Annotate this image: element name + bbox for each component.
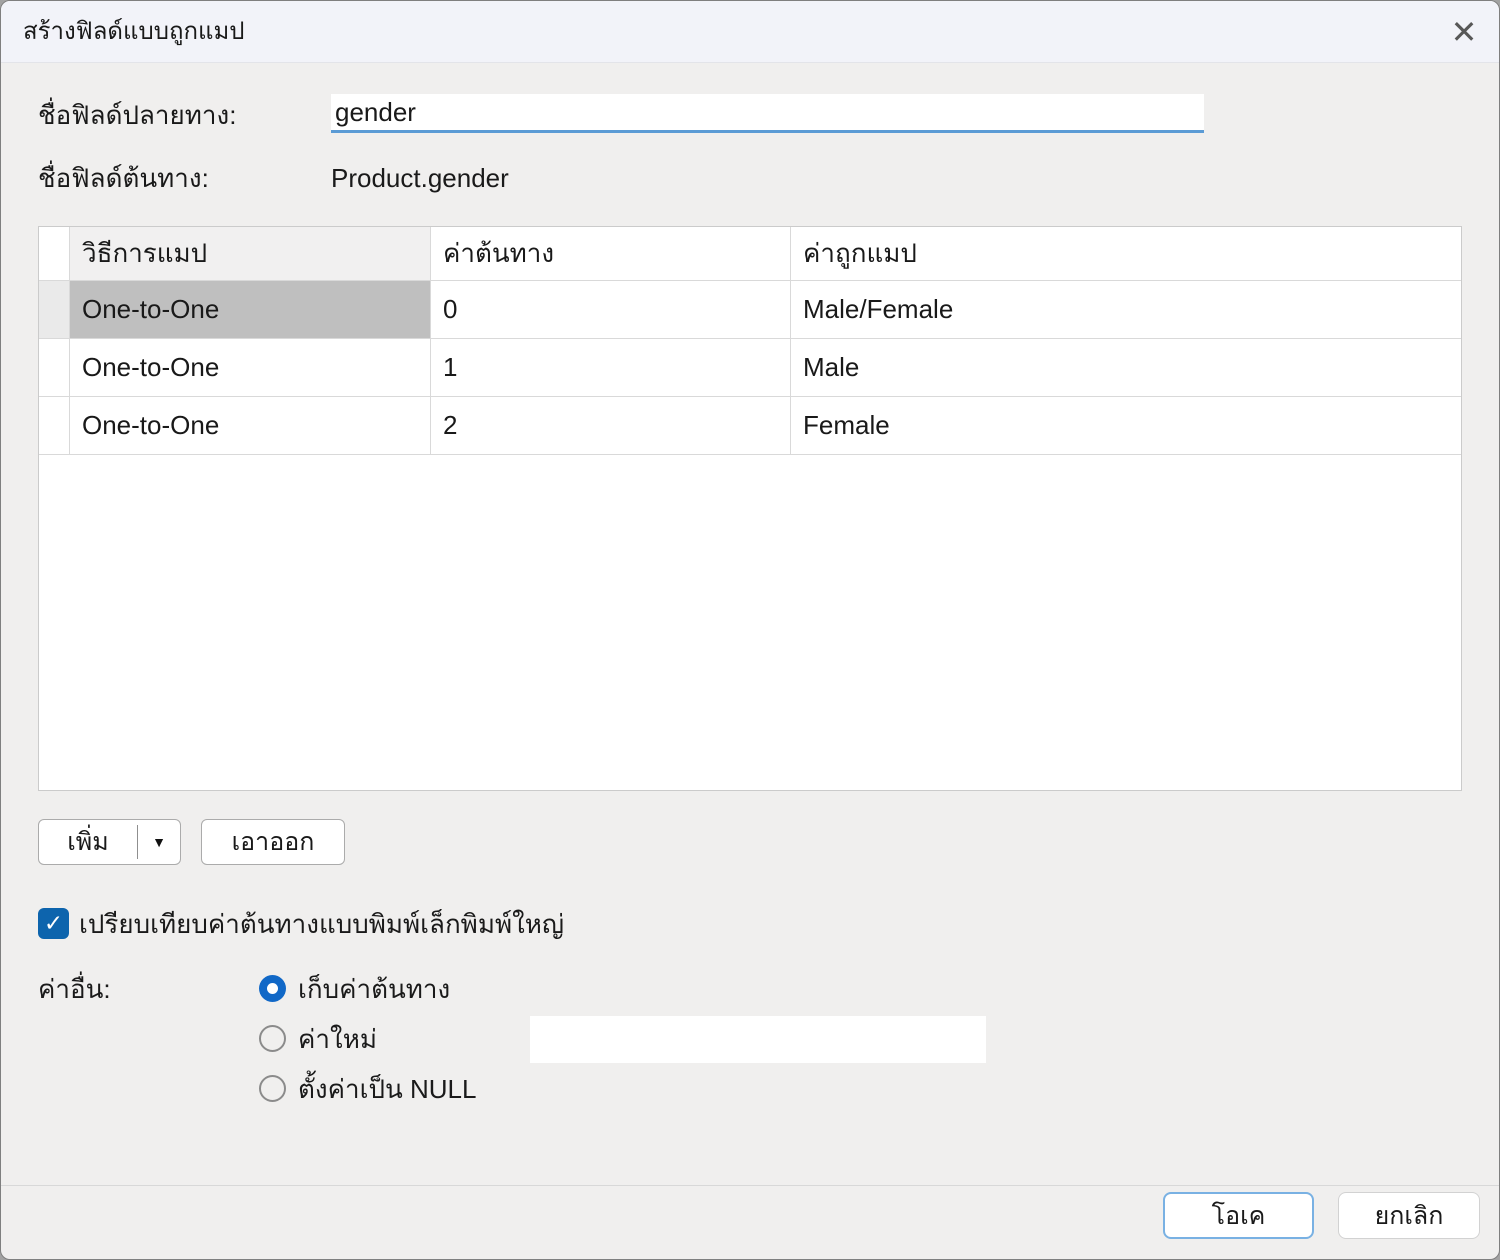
row-header-corner [39, 227, 70, 280]
table-row[interactable]: One-to-One 2 Female [39, 397, 1461, 455]
row-header-cell[interactable] [39, 339, 70, 396]
cell-method[interactable]: One-to-One [70, 339, 431, 396]
source-field-value: Product.gender [331, 160, 509, 196]
radio-new-value-label[interactable]: ค่าใหม่ [298, 1021, 377, 1057]
column-header-mapped[interactable]: ค่าถูกแมป [791, 227, 1461, 280]
table-header-row: วิธีการแมป ค่าต้นทาง ค่าถูกแมป [39, 227, 1461, 281]
mapping-table: วิธีการแมป ค่าต้นทาง ค่าถูกแมป One-to-On… [38, 226, 1462, 791]
ok-button-label: โอเค [1212, 1196, 1266, 1236]
case-sensitive-label[interactable]: เปรียบเทียบค่าต้นทางแบบพิมพ์เล็กพิมพ์ใหญ… [79, 904, 564, 944]
dropdown-arrow-icon[interactable]: ▼ [138, 834, 180, 850]
row-header-cell[interactable] [39, 281, 70, 338]
cell-source[interactable]: 0 [431, 281, 791, 338]
destination-field-label: ชื่อฟิลด์ปลายทาง: [38, 97, 236, 133]
checkmark-icon: ✓ [44, 910, 63, 937]
title-bar: สร้างฟิลด์แบบถูกแมป ✕ [1, 1, 1499, 63]
cell-method[interactable]: One-to-One [70, 397, 431, 454]
add-split-button[interactable]: เพิ่ม ▼ [38, 819, 181, 865]
column-header-method[interactable]: วิธีการแมป [70, 227, 431, 280]
dialog-title: สร้างฟิลด์แบบถูกแมป [23, 1, 245, 63]
remove-button-label: เอาออก [232, 822, 315, 862]
table-row[interactable]: One-to-One 1 Male [39, 339, 1461, 397]
cancel-button[interactable]: ยกเลิก [1338, 1192, 1480, 1239]
cell-mapped[interactable]: Male [791, 339, 1461, 396]
source-field-label: ชื่อฟิลด์ต้นทาง: [38, 160, 209, 196]
radio-keep-source-value-label[interactable]: เก็บค่าต้นทาง [298, 971, 450, 1007]
radio-new-value[interactable] [259, 1025, 286, 1052]
destination-field-input[interactable] [331, 94, 1204, 133]
case-sensitive-checkbox[interactable]: ✓ [38, 908, 69, 939]
cell-source[interactable]: 1 [431, 339, 791, 396]
add-button-label[interactable]: เพิ่ม [39, 822, 137, 862]
radio-keep-source-value[interactable] [259, 975, 286, 1002]
create-mapped-field-dialog: สร้างฟิลด์แบบถูกแมป ✕ ชื่อฟิลด์ปลายทาง: … [0, 0, 1500, 1260]
cell-source[interactable]: 2 [431, 397, 791, 454]
other-values-label: ค่าอื่น: [38, 971, 111, 1007]
cell-method[interactable]: One-to-One [70, 281, 431, 338]
column-header-source[interactable]: ค่าต้นทาง [431, 227, 791, 280]
cancel-button-label: ยกเลิก [1375, 1196, 1444, 1236]
table-row[interactable]: One-to-One 0 Male/Female [39, 281, 1461, 339]
radio-set-null[interactable] [259, 1075, 286, 1102]
close-icon[interactable]: ✕ [1439, 8, 1489, 56]
footer-divider [1, 1185, 1499, 1186]
remove-button[interactable]: เอาออก [201, 819, 345, 865]
new-value-input[interactable] [530, 1016, 986, 1063]
ok-button[interactable]: โอเค [1163, 1192, 1314, 1239]
row-header-cell[interactable] [39, 397, 70, 454]
radio-set-null-label[interactable]: ตั้งค่าเป็น NULL [298, 1071, 476, 1107]
cell-mapped[interactable]: Male/Female [791, 281, 1461, 338]
cell-mapped[interactable]: Female [791, 397, 1461, 454]
